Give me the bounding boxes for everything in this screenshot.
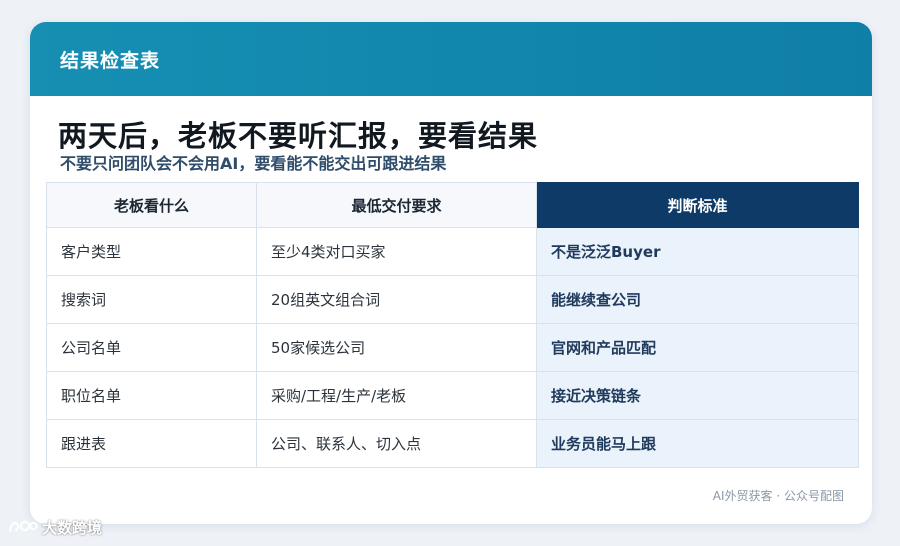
table-cell-criteria: 业务员能马上跟 [536, 419, 859, 468]
watermark-text: 大数跨境 [42, 519, 103, 537]
table-cell: 50家候选公司 [256, 323, 537, 372]
card-header-title: 结果检查表 [60, 49, 161, 72]
headline: 两天后，老板不要听汇报，要看结果 [58, 119, 539, 153]
table-cell: 20组英文组合词 [256, 275, 537, 324]
result-check-card: 结果检查表 两天后，老板不要听汇报，要看结果 不要只问团队会不会用AI，要看能不… [30, 22, 872, 524]
table-cell: 采购/工程/生产/老板 [256, 371, 537, 420]
card-header: 结果检查表 [30, 22, 872, 96]
table-cell: 搜索词 [46, 275, 257, 324]
table-row: 搜索词 20组英文组合词 能继续查公司 [46, 275, 859, 324]
table-row: 公司名单 50家候选公司 官网和产品匹配 [46, 323, 859, 372]
table-cell: 职位名单 [46, 371, 257, 420]
column-header-min-delivery: 最低交付要求 [256, 182, 537, 228]
table-row: 跟进表 公司、联系人、切入点 业务员能马上跟 [46, 419, 859, 468]
watermark: 大数跨境 [8, 517, 102, 538]
table-cell: 公司、联系人、切入点 [256, 419, 537, 468]
table-cell-criteria: 不是泛泛Buyer [536, 227, 859, 276]
column-header-what-boss-sees: 老板看什么 [46, 182, 257, 228]
subline: 不要只问团队会不会用AI，要看能不能交出可跟进结果 [60, 154, 447, 173]
table-cell: 公司名单 [46, 323, 257, 372]
table-cell-criteria: 接近决策链条 [536, 371, 859, 420]
table-row: 客户类型 至少4类对口买家 不是泛泛Buyer [46, 227, 859, 276]
check-table: 老板看什么 最低交付要求 判断标准 客户类型 至少4类对口买家 不是泛泛Buye… [46, 182, 859, 468]
table-cell-criteria: 官网和产品匹配 [536, 323, 859, 372]
table-cell: 至少4类对口买家 [256, 227, 537, 276]
table-header-row: 老板看什么 最低交付要求 判断标准 [46, 182, 859, 228]
source-caption: AI外贸获客 · 公众号配图 [712, 489, 844, 503]
table-cell: 跟进表 [46, 419, 257, 468]
column-header-criteria: 判断标准 [536, 182, 859, 228]
table-cell-criteria: 能继续查公司 [536, 275, 859, 324]
table-cell: 客户类型 [46, 227, 257, 276]
table-row: 职位名单 采购/工程/生产/老板 接近决策链条 [46, 371, 859, 420]
logo-mark-icon [8, 518, 38, 538]
